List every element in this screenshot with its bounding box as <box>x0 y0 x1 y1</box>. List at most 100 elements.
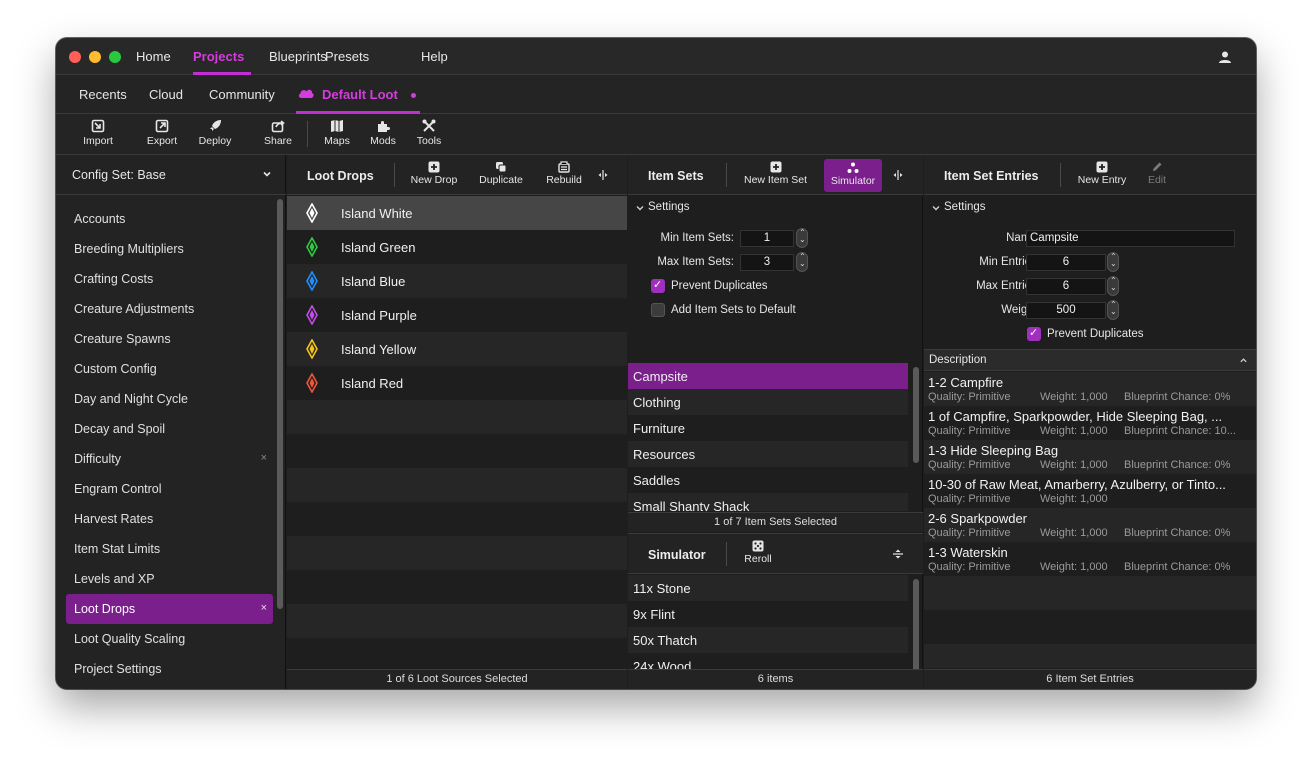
description-column-header[interactable]: Description <box>924 349 1256 371</box>
item-set-row[interactable]: Clothing <box>628 389 908 415</box>
list-item[interactable]: Island Yellow <box>287 332 627 366</box>
import-button[interactable]: Import <box>70 119 126 147</box>
description-header-label: Description <box>929 354 987 366</box>
weight-stepper[interactable] <box>1107 300 1119 320</box>
tab-cloud[interactable]: Cloud <box>149 87 183 102</box>
entries-settings-heading[interactable]: Settings <box>944 201 986 213</box>
sidebar-item-custom-config[interactable]: Custom Config <box>66 354 273 384</box>
tab-community[interactable]: Community <box>209 87 275 102</box>
nav-help[interactable]: Help <box>421 49 448 64</box>
export-button[interactable]: Export <box>134 119 190 147</box>
tools-button[interactable]: Tools <box>401 119 457 147</box>
split-view-icon[interactable] <box>892 169 904 181</box>
sidebar-item-difficulty[interactable]: Difficulty × <box>66 444 273 474</box>
reroll-button[interactable]: Reroll <box>738 540 778 565</box>
remove-icon[interactable]: × <box>261 452 267 464</box>
entries-prevent-duplicates-checkbox[interactable] <box>1027 326 1041 341</box>
item-set-row[interactable]: Small Shanty Shack <box>628 493 908 511</box>
sidebar-item-project-settings[interactable]: Project Settings <box>66 654 273 684</box>
entry-row[interactable]: 1-3 Hide Sleeping Bag Quality: Primitive W… <box>924 440 1256 474</box>
sidebar-item-accounts[interactable]: Accounts <box>66 204 273 234</box>
min-entries-field[interactable]: 6 <box>1026 254 1106 271</box>
sidebar-item-crafting-costs[interactable]: Crafting Costs <box>66 264 273 294</box>
deploy-button[interactable]: Deploy <box>187 119 243 147</box>
nav-projects[interactable]: Projects <box>193 49 244 64</box>
rebuild-button[interactable]: Rebuild <box>541 161 587 186</box>
sidebar-item-item-stat-limits[interactable]: Item Stat Limits <box>66 534 273 564</box>
nav-blueprints[interactable]: Blueprints <box>269 49 327 64</box>
add-to-default-checkbox[interactable] <box>651 303 665 317</box>
nav-home[interactable]: Home <box>136 49 171 64</box>
chevron-down-icon[interactable] <box>635 203 645 213</box>
sidebar-item-loot-quality-scaling[interactable]: Loot Quality Scaling <box>66 624 273 654</box>
user-icon[interactable] <box>1218 50 1232 64</box>
entry-row[interactable]: 2-6 Sparkpowder Quality: Primitive Weight:… <box>924 508 1256 542</box>
sidebar-item-label: Project Settings <box>74 662 162 676</box>
edit-button[interactable]: Edit <box>1142 161 1172 186</box>
new-entry-button[interactable]: New Entry <box>1072 161 1132 186</box>
item-set-label: Campsite <box>633 369 688 384</box>
max-item-sets-stepper[interactable] <box>796 252 808 272</box>
minimize-window-button[interactable] <box>89 51 101 63</box>
loot-crate-icon <box>306 203 318 223</box>
tab-recents[interactable]: Recents <box>79 87 127 102</box>
prevent-duplicates-checkbox[interactable] <box>651 278 665 293</box>
entry-set-name-field[interactable]: Campsite <box>1026 230 1235 247</box>
item-sets-scrollbar[interactable] <box>913 367 919 463</box>
entry-row[interactable]: 1 of Campfire, Sparkpowder, Hide Sleepin… <box>924 406 1256 440</box>
config-set-selector[interactable]: Config Set: Base <box>56 155 286 195</box>
list-item[interactable]: Island Red <box>287 366 627 400</box>
entry-row[interactable]: 1-2 Campfire Quality: Primitive Weight: 1,… <box>924 372 1256 406</box>
sidebar-item-day-and-night-cycle[interactable]: Day and Night Cycle <box>66 384 273 414</box>
simulator-toggle-button[interactable]: Simulator <box>824 159 882 192</box>
min-entries-stepper[interactable] <box>1107 252 1119 272</box>
entry-weight: Weight: 1,000 <box>1040 561 1108 573</box>
min-item-sets-stepper[interactable] <box>796 228 808 248</box>
item-set-row[interactable]: Campsite <box>628 363 908 389</box>
list-item[interactable]: Island Blue <box>287 264 627 298</box>
sidebar-item-engram-control[interactable]: Engram Control <box>66 474 273 504</box>
tab-default-loot[interactable]: Default Loot <box>322 87 398 102</box>
simulator-result-row: 9x Flint <box>628 601 908 627</box>
list-item[interactable]: Island Purple <box>287 298 627 332</box>
duplicate-button[interactable]: Duplicate <box>473 161 529 186</box>
item-set-row[interactable]: Saddles <box>628 467 908 493</box>
entry-row[interactable]: 10-30 of Raw Meat, Amarberry, Azulberry,… <box>924 474 1256 508</box>
list-item[interactable]: Island White <box>287 196 627 230</box>
share-icon <box>271 120 285 133</box>
split-view-icon[interactable] <box>597 169 609 181</box>
new-drop-button[interactable]: New Drop <box>405 161 463 186</box>
min-item-sets-field[interactable]: 1 <box>740 230 794 247</box>
nav-presets[interactable]: Presets <box>325 49 369 64</box>
sidebar-item-loot-drops[interactable]: Loot Drops × <box>66 594 273 624</box>
resize-handle-icon[interactable] <box>892 548 904 560</box>
tools-icon <box>422 119 436 132</box>
toolbar-divider <box>307 121 308 147</box>
entry-title: 1-3 Hide Sleeping Bag <box>928 443 1059 458</box>
close-window-button[interactable] <box>69 51 81 63</box>
simulator-result-label: 9x Flint <box>633 607 675 622</box>
item-sets-settings-heading[interactable]: Settings <box>648 201 690 213</box>
max-item-sets-field[interactable]: 3 <box>740 254 794 271</box>
sidebar-scrollbar[interactable] <box>277 199 283 609</box>
sidebar-item-creature-adjustments[interactable]: Creature Adjustments <box>66 294 273 324</box>
sidebar-item-creature-spawns[interactable]: Creature Spawns <box>66 324 273 354</box>
sidebar-item-breeding-multipliers[interactable]: Breeding Multipliers <box>66 234 273 264</box>
chevron-down-icon[interactable] <box>931 203 941 213</box>
item-set-row[interactable]: Resources <box>628 441 908 467</box>
sidebar-item-levels-and-xp[interactable]: Levels and XP <box>66 564 273 594</box>
new-item-set-button[interactable]: New Item Set <box>738 161 813 186</box>
list-item[interactable]: Island Green <box>287 230 627 264</box>
item-set-row[interactable]: Furniture <box>628 415 908 441</box>
share-button[interactable]: Share <box>250 119 306 147</box>
sidebar-item-decay-and-spoil[interactable]: Decay and Spoil <box>66 414 273 444</box>
sidebar-item-harvest-rates[interactable]: Harvest Rates <box>66 504 273 534</box>
max-entries-field[interactable]: 6 <box>1026 278 1106 295</box>
remove-icon[interactable]: × <box>261 602 267 614</box>
entry-row[interactable]: 1-3 Waterskin Quality: Primitive Weight: 1… <box>924 542 1256 576</box>
simulator-scrollbar[interactable] <box>913 579 919 679</box>
zoom-window-button[interactable] <box>109 51 121 63</box>
max-entries-stepper[interactable] <box>1107 276 1119 296</box>
weight-field[interactable]: 500 <box>1026 302 1106 319</box>
header-divider <box>726 542 727 566</box>
